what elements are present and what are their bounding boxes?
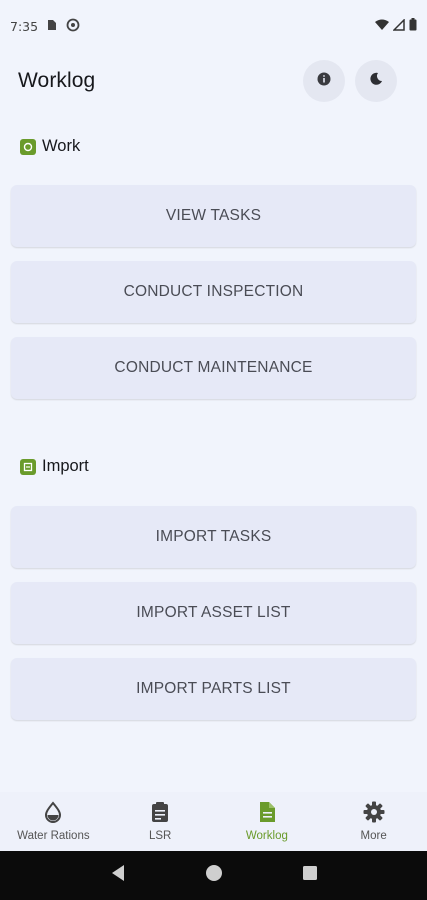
clipboard-icon — [150, 801, 170, 826]
info-icon — [317, 72, 331, 91]
system-navigation-bar — [0, 851, 427, 900]
status-time: 7:35 — [10, 18, 39, 34]
import-parts-list-button[interactable]: IMPORT PARTS LIST — [11, 658, 416, 720]
section-header-import: Import — [20, 457, 89, 476]
view-tasks-button[interactable]: VIEW TASKS — [11, 185, 416, 247]
nav-label-lsr: LSR — [148, 830, 172, 842]
section-header-work: Work — [20, 137, 80, 156]
moon-icon — [369, 72, 383, 91]
nav-item-more[interactable]: More — [320, 792, 427, 851]
back-icon[interactable] — [110, 864, 126, 887]
data-saver-icon — [66, 18, 80, 35]
import-tasks-button[interactable]: IMPORT TASKS — [11, 506, 416, 568]
sim-card-icon — [47, 19, 57, 34]
wifi-icon — [375, 19, 389, 34]
home-icon[interactable] — [205, 864, 223, 887]
document-icon — [257, 801, 277, 826]
app-header: Worklog — [0, 58, 427, 104]
info-button[interactable] — [303, 60, 345, 102]
section-title-work: Work — [42, 137, 81, 155]
bottom-navigation: Water Rations LSR Worklog More — [0, 792, 427, 851]
work-section-icon — [20, 138, 36, 155]
import-asset-list-button[interactable]: IMPORT ASSET LIST — [11, 582, 416, 644]
battery-icon — [409, 18, 417, 34]
section-title-import: Import — [42, 457, 89, 475]
nav-label-more: More — [360, 830, 387, 842]
gear-icon — [363, 801, 385, 826]
nav-label-worklog: Worklog — [245, 830, 288, 842]
import-section-icon — [20, 458, 36, 475]
theme-toggle-button[interactable] — [355, 60, 397, 102]
nav-item-water-rations[interactable]: Water Rations — [0, 792, 107, 851]
page-title: Worklog — [18, 69, 96, 92]
recents-icon[interactable] — [302, 865, 318, 886]
signal-icon — [392, 17, 405, 34]
water-drop-icon — [43, 801, 63, 826]
nav-label-water-rations: Water Rations — [17, 830, 90, 842]
conduct-inspection-button[interactable]: CONDUCT INSPECTION — [11, 261, 416, 323]
status-bar: 7:35 — [0, 0, 427, 52]
nav-item-lsr[interactable]: LSR — [107, 792, 214, 851]
nav-item-worklog[interactable]: Worklog — [214, 792, 321, 851]
conduct-maintenance-button[interactable]: CONDUCT MAINTENANCE — [11, 337, 416, 399]
